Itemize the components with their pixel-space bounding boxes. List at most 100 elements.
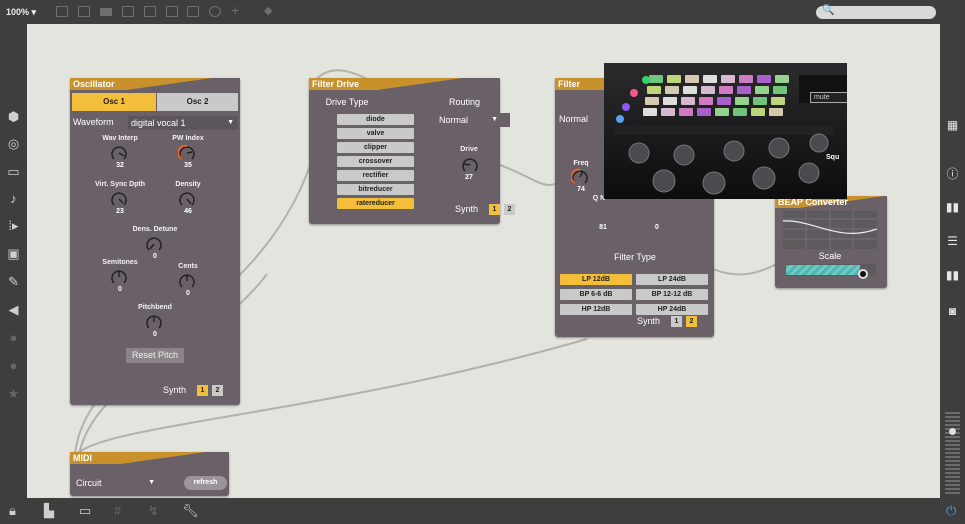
reset-pitch-button[interactable]: Reset Pitch	[126, 348, 184, 363]
panel-icon[interactable]: ▮▮	[940, 268, 965, 282]
zoom-level[interactable]: 100% ▾	[6, 7, 36, 18]
freq-knob[interactable]	[571, 168, 589, 186]
volume-handle[interactable]	[949, 428, 956, 435]
launchpad-side-button	[616, 115, 624, 123]
patcher-icon[interactable]: ▭	[0, 164, 27, 180]
freq-label: Freq	[573, 160, 589, 167]
launchpad-side-button	[630, 89, 638, 97]
search-field[interactable]: 🔍	[816, 5, 936, 19]
camera-icon[interactable]: ◙	[940, 304, 965, 318]
image-icon[interactable]: ▣	[0, 246, 27, 262]
routing-dropdown[interactable]: Normal ▼	[436, 113, 510, 127]
scale-handle[interactable]	[858, 269, 868, 279]
star-dim-icon[interactable]: ★	[0, 386, 27, 402]
autoconnect-icon[interactable]: ↯	[148, 503, 159, 519]
cube-icon[interactable]: ⬢	[0, 109, 27, 125]
chevron-down-icon: ▼	[148, 479, 155, 486]
filter-type-lp12[interactable]: LP 12dB	[560, 274, 632, 285]
filter-type-bp6[interactable]: BP 6-6 dB	[560, 289, 632, 300]
power-icon[interactable]: ⏻	[946, 503, 956, 519]
plug-icon[interactable]: ◀	[0, 302, 27, 318]
filter-type-label: Filter Type	[614, 252, 656, 262]
drive-type-ratereducer[interactable]: ratereducer	[337, 198, 414, 209]
filter-mode-value[interactable]: Normal	[559, 114, 588, 124]
filter-type-hp24[interactable]: HP 24dB	[636, 304, 708, 315]
paint-icon[interactable]: ◆	[264, 4, 276, 17]
number-box-icon[interactable]	[144, 6, 156, 17]
play-box-icon[interactable]	[166, 6, 178, 17]
launchpad-pad	[721, 75, 735, 83]
target-icon[interactable]: ◎	[0, 136, 27, 152]
launchpad-side-button	[622, 103, 630, 111]
cents-knob[interactable]	[178, 272, 196, 290]
drive-knob[interactable]	[461, 156, 479, 174]
left-sidebar: ⬢ ◎ ▭ ♪ ⁞▸ ▣ ✎ ◀ ● ● ★	[0, 24, 27, 498]
dens-detune-knob[interactable]	[145, 235, 163, 253]
drive-type-bitreducer[interactable]: bitreducer	[337, 184, 414, 195]
tab-osc-1[interactable]: Osc 1	[72, 93, 156, 111]
density-knob[interactable]	[178, 190, 196, 208]
refresh-button[interactable]: refresh	[184, 476, 227, 490]
plus-icon[interactable]: +	[231, 2, 243, 18]
knob-label-semitones: Semitones	[102, 259, 138, 266]
comment-icon[interactable]	[100, 8, 112, 16]
wrench-icon[interactable]: 🔧︎	[182, 503, 199, 519]
knob-value-virt-sync: 23	[116, 208, 124, 215]
scale-fill	[786, 265, 860, 275]
launchpad-pad	[739, 75, 753, 83]
windows-icon[interactable]: ▙	[44, 503, 54, 519]
grid-icon[interactable]: ▦	[940, 118, 965, 132]
launchpad-pad	[683, 86, 697, 94]
semitones-knob[interactable]	[110, 268, 128, 286]
midi-device-dropdown[interactable]: Circuit ▼	[73, 476, 159, 490]
knob-label-wav-interp: Wav Interp	[102, 135, 138, 142]
squ-label: Squ	[826, 154, 840, 161]
bottom-toolbar: 🔒︎ ▙ ▭ # ↯ 🔧︎ ⏻	[0, 498, 965, 524]
drive-type-clipper[interactable]: clipper	[337, 142, 414, 153]
grid-toggle-icon[interactable]: #	[114, 503, 121, 518]
synth-2-button[interactable]: 2	[686, 316, 697, 327]
step-icon[interactable]: ⁞▸	[0, 218, 27, 234]
presentation-mode-icon[interactable]: ▭	[79, 503, 91, 519]
volume-meter[interactable]	[945, 412, 960, 494]
add-box-icon[interactable]	[78, 6, 90, 17]
drive-type-crossover[interactable]: crossover	[337, 156, 414, 167]
slider-box-icon[interactable]	[187, 6, 199, 17]
launchpad-pad	[699, 97, 713, 105]
close-box-icon[interactable]	[122, 6, 134, 17]
tab-osc-2[interactable]: Osc 2	[157, 93, 238, 111]
synth-1-button[interactable]: 1	[671, 316, 682, 327]
knob-value-cents: 0	[186, 290, 190, 297]
pitchbend-knob[interactable]	[145, 313, 163, 331]
dial-icon[interactable]	[209, 6, 221, 17]
launchpad-pad	[755, 86, 769, 94]
drive-type-valve[interactable]: valve	[337, 128, 414, 139]
list-icon[interactable]: ☰	[940, 234, 965, 248]
drive-type-diode[interactable]: diode	[337, 114, 414, 125]
synth-1-button[interactable]: 1	[197, 385, 208, 396]
info-dim-icon[interactable]: ●	[0, 330, 27, 345]
synth-1-button[interactable]: 1	[489, 204, 500, 215]
lock-icon[interactable]: 🔒︎	[9, 503, 16, 519]
waveform-dropdown[interactable]: digital vocal 1 ▼	[128, 116, 238, 130]
knob-value-density: 46	[184, 208, 192, 215]
knob-value-pw-index: 35	[184, 162, 192, 169]
pw-index-knob[interactable]	[178, 144, 196, 162]
columns-icon[interactable]: ▮▮	[940, 200, 965, 214]
settings-dim-icon[interactable]: ●	[0, 358, 27, 373]
launchpad-pad	[775, 75, 789, 83]
wav-interp-knob[interactable]	[110, 144, 128, 162]
clip-icon[interactable]: ✎	[0, 274, 27, 290]
synth-2-button[interactable]: 2	[504, 204, 515, 215]
filter-type-lp24[interactable]: LP 24dB	[636, 274, 708, 285]
launchpad-pad	[703, 75, 717, 83]
drive-type-rectifier[interactable]: rectifier	[337, 170, 414, 181]
info-icon[interactable]: ⓘ	[940, 165, 965, 182]
filter-type-bp12[interactable]: BP 12-12 dB	[636, 289, 708, 300]
note-icon[interactable]: ♪	[0, 191, 27, 206]
launchpad-pad	[733, 108, 747, 116]
filter-type-hp12[interactable]: HP 12dB	[560, 304, 632, 315]
presentation-icon[interactable]	[56, 6, 68, 17]
virt-sync-knob[interactable]	[110, 190, 128, 208]
synth-2-button[interactable]: 2	[212, 385, 223, 396]
